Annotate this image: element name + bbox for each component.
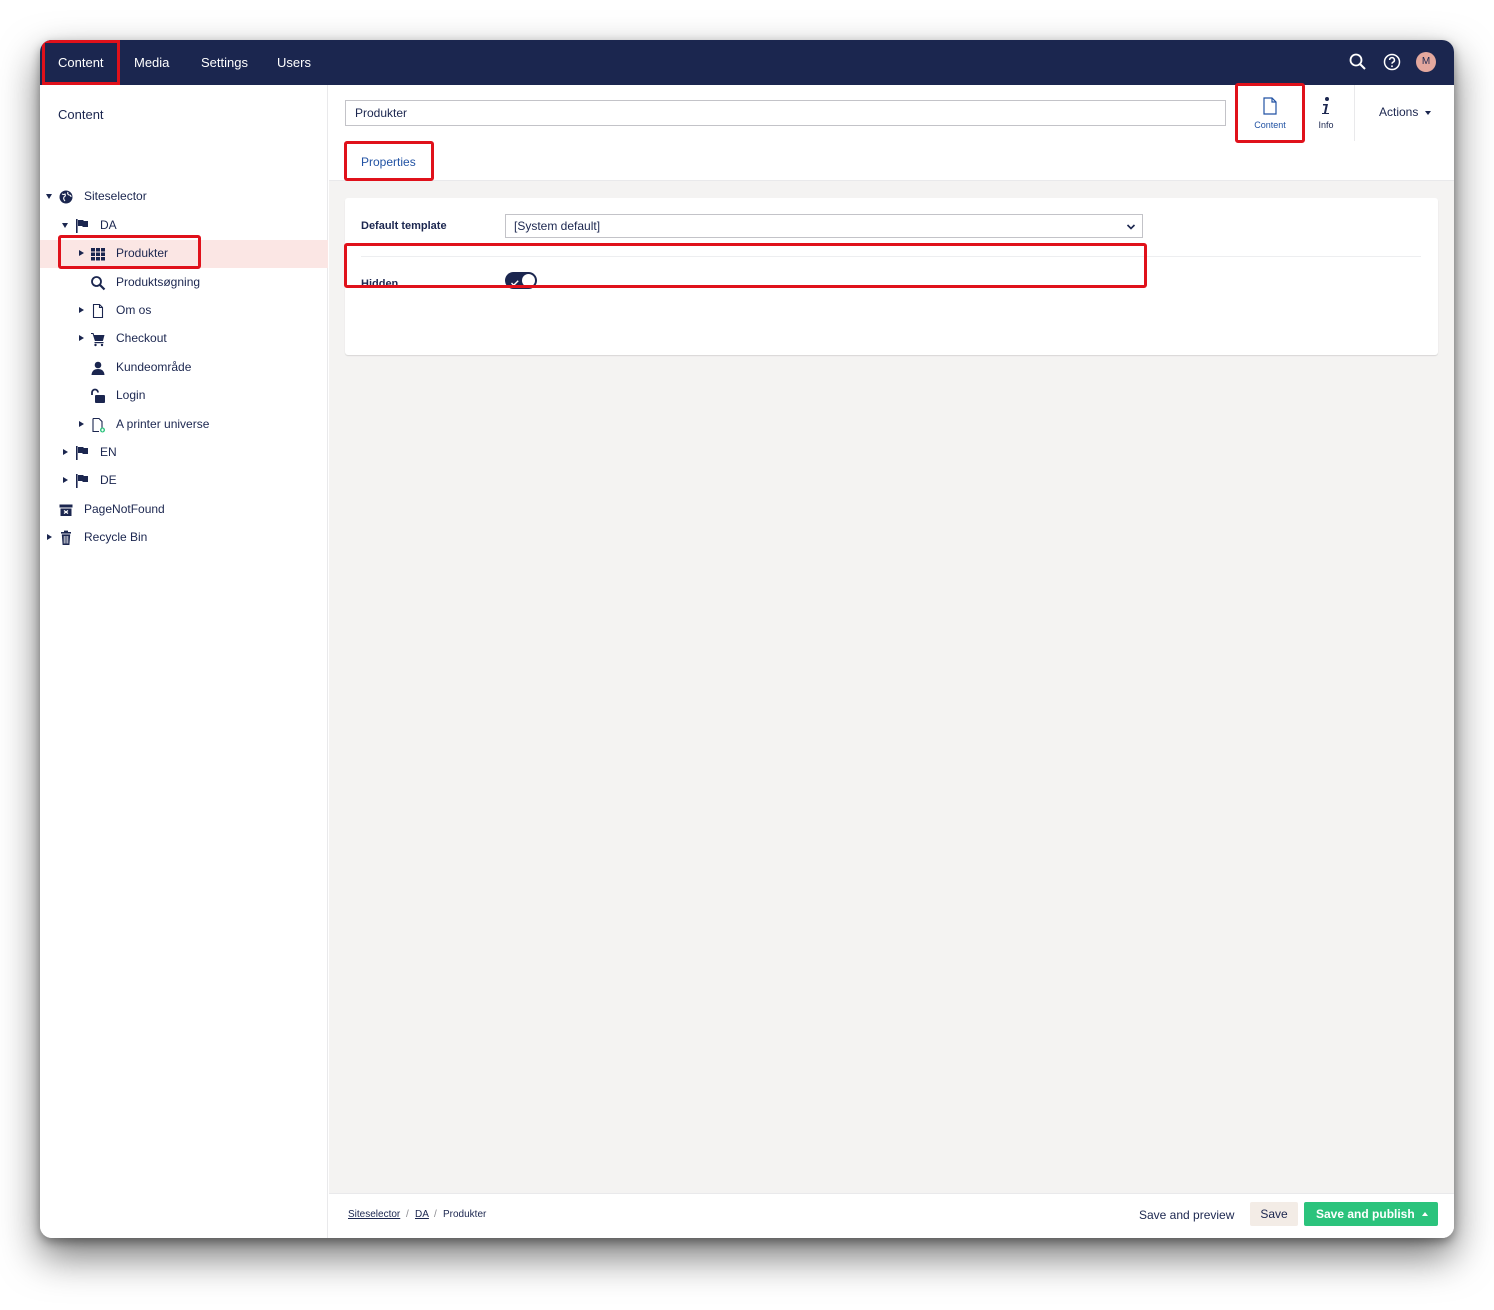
tree-item-login[interactable]: Login <box>40 382 328 410</box>
flag-icon <box>74 218 90 234</box>
actions-menu-button[interactable]: Actions <box>1379 105 1431 119</box>
node-name-input[interactable] <box>345 100 1226 126</box>
caret-right-icon[interactable] <box>79 307 84 313</box>
tree-label: PageNotFound <box>84 502 165 516</box>
header-divider <box>1354 85 1355 141</box>
flag-icon <box>74 473 90 489</box>
nav-settings[interactable]: Settings <box>201 40 248 85</box>
tree-item-om-os[interactable]: Om os <box>40 297 328 325</box>
tree-label: Login <box>116 388 146 402</box>
caret-right-icon[interactable] <box>63 449 68 455</box>
document-add-icon <box>90 417 106 433</box>
editor-footer: Siteselector / DA / Produkter Save and p… <box>329 1193 1454 1238</box>
save-button[interactable]: Save <box>1250 1202 1298 1226</box>
help-icon[interactable] <box>1382 52 1402 72</box>
content-tree-sidebar: Content Siteselector DA Produkter Produk… <box>40 85 328 1238</box>
breadcrumb-separator: / <box>406 1209 409 1220</box>
chevron-down-icon <box>1126 221 1136 231</box>
caret-up-icon[interactable] <box>1422 1212 1428 1216</box>
avatar[interactable]: M <box>1416 52 1436 72</box>
tree-label: DA <box>100 218 117 232</box>
search-icon[interactable] <box>1348 52 1368 72</box>
select-value: [System default] <box>514 219 601 233</box>
highlight-properties-tab <box>344 141 434 181</box>
unlock-icon <box>90 388 106 404</box>
trash-icon <box>58 530 74 546</box>
highlight-produkter <box>58 235 201 269</box>
tree-label: Checkout <box>116 331 167 345</box>
tree-item-kundeomraade[interactable]: Kundeområde <box>40 354 328 382</box>
tree-item-checkout[interactable]: Checkout <box>40 325 328 353</box>
app-info-label: Info <box>1318 120 1334 130</box>
breadcrumb-da[interactable]: DA <box>415 1209 429 1220</box>
app-info-button[interactable]: Info <box>1298 85 1354 141</box>
user-icon <box>90 360 106 376</box>
actions-label: Actions <box>1379 105 1419 119</box>
info-icon <box>1320 96 1332 121</box>
caret-right-icon[interactable] <box>63 477 68 483</box>
caret-right-icon[interactable] <box>47 534 52 540</box>
breadcrumb-siteselector[interactable]: Siteselector <box>348 1209 400 1220</box>
tree-label: DE <box>100 473 117 487</box>
publish-label: Save and publish <box>1316 1207 1415 1221</box>
caret-right-icon[interactable] <box>79 335 84 341</box>
content-tabs: Properties <box>329 141 1454 181</box>
caret-right-icon[interactable] <box>79 421 84 427</box>
archive-icon <box>58 502 74 518</box>
tree-label: Recycle Bin <box>84 530 148 544</box>
nav-content[interactable]: Content <box>42 40 120 85</box>
tree-label: A printer universe <box>116 417 210 431</box>
tree-label: Produktsøgning <box>116 275 201 289</box>
sidebar-title: Content <box>58 107 104 122</box>
highlight-default-template <box>344 243 1147 288</box>
save-and-preview-button[interactable]: Save and preview <box>1139 1208 1234 1222</box>
tree-item-recycle-bin[interactable]: Recycle Bin <box>40 524 328 552</box>
tree-item-produktsogning[interactable]: Produktsøgning <box>40 269 328 297</box>
default-template-label: Default template <box>361 220 447 232</box>
caret-down-icon <box>1424 110 1431 115</box>
save-and-publish-button[interactable]: Save and publish <box>1304 1202 1438 1226</box>
breadcrumb-separator: / <box>434 1209 437 1220</box>
tree-label: EN <box>100 445 117 459</box>
nav-users[interactable]: Users <box>277 40 311 85</box>
tree-label: Om os <box>116 303 152 317</box>
search-icon <box>90 275 106 291</box>
globe-icon <box>58 189 74 205</box>
tree-item-a-printer-universe[interactable]: A printer universe <box>40 411 328 439</box>
top-navigation-bar: Content Media Settings Users M <box>40 40 1454 85</box>
cart-icon <box>90 331 106 347</box>
document-icon <box>90 303 106 319</box>
tree-item-pagenotfound[interactable]: PageNotFound <box>40 496 328 524</box>
caret-down-icon[interactable] <box>46 194 52 199</box>
tree-item-siteselector[interactable]: Siteselector <box>40 183 328 211</box>
caret-down-icon[interactable] <box>62 223 68 228</box>
flag-icon <box>74 445 90 461</box>
highlight-content-app <box>1235 83 1305 143</box>
breadcrumb-current: Produkter <box>443 1209 487 1220</box>
editor-main: Content Info Actions Properties Default … <box>329 83 1454 1238</box>
nav-media[interactable]: Media <box>134 40 169 85</box>
app-window: Content Media Settings Users M Content S… <box>40 40 1454 1238</box>
tree-item-en[interactable]: EN <box>40 439 328 467</box>
editor-header: Content Info Actions Properties <box>329 83 1454 181</box>
tree-item-de[interactable]: DE <box>40 467 328 495</box>
tree-label: Siteselector <box>84 189 147 203</box>
default-template-select[interactable]: [System default] <box>505 214 1143 238</box>
tree-label: Kundeområde <box>116 360 192 374</box>
